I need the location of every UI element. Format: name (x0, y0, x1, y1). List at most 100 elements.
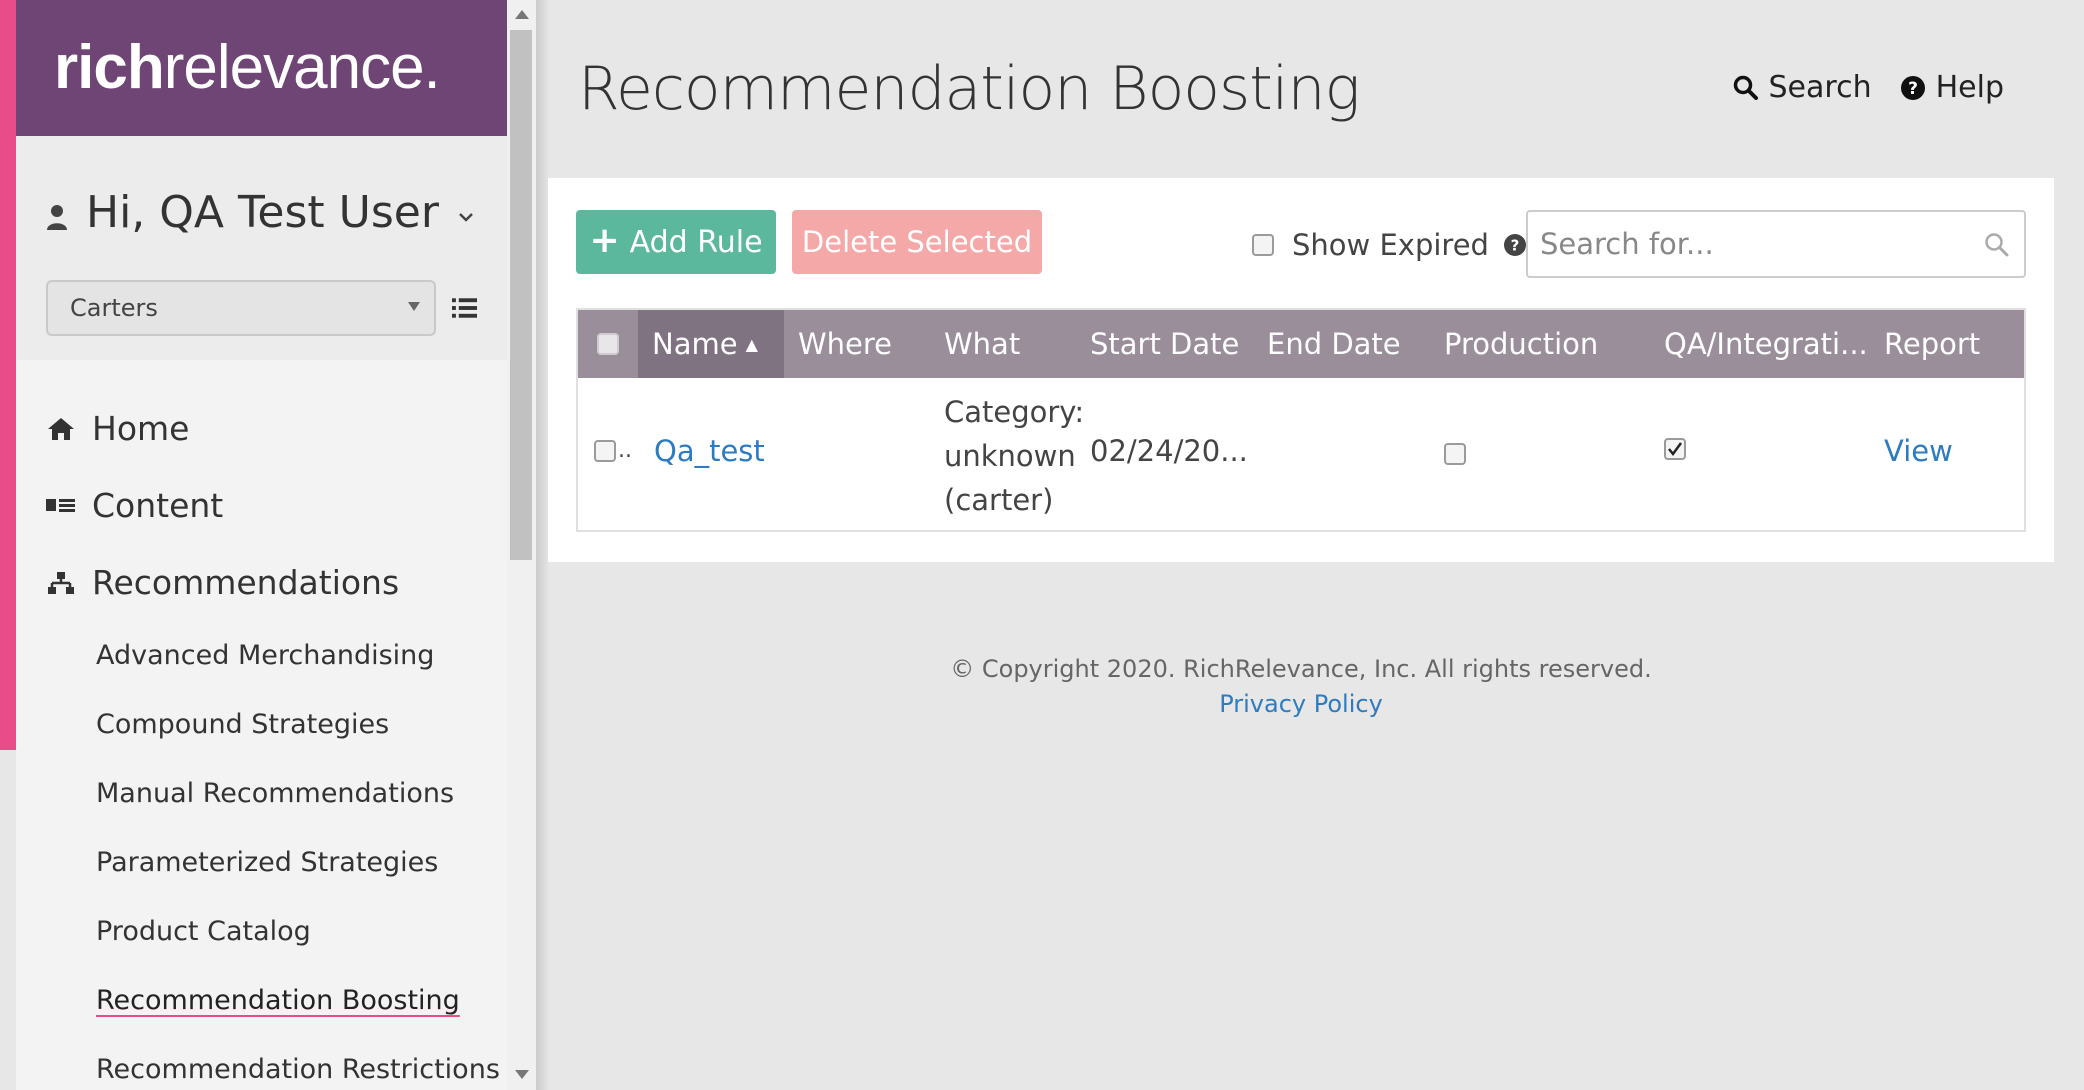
svg-text:?: ? (1908, 79, 1918, 99)
report-view-link[interactable]: View (1884, 434, 1953, 468)
home-icon (46, 414, 76, 444)
show-expired-label: Show Expired (1292, 228, 1489, 262)
column-header-label: Start Date (1090, 327, 1240, 361)
rule-name-link[interactable]: Qa_test (654, 434, 765, 468)
sidebar-subitem-label: Recommendation Restrictions (96, 1054, 500, 1085)
sidebar-item-label: Home (92, 409, 190, 448)
select-all-cell (578, 310, 638, 378)
sidebar-scrollbar-thumb[interactable] (510, 30, 532, 560)
checkmark-icon (1668, 442, 1683, 457)
column-header-start-date[interactable]: Start Date (1090, 310, 1239, 378)
rules-table: Name ▲ Where What Start Date End Date Pr… (576, 308, 2026, 532)
sidebar-item-recommendations[interactable]: Recommendations (16, 544, 507, 621)
qa-integration-checkbox-cell (1664, 438, 1686, 460)
help-link-label: Help (1935, 70, 2004, 105)
show-expired-toggle: Show Expired ? (1252, 228, 1527, 262)
qa-integration-checkbox[interactable] (1664, 438, 1686, 460)
sidebar-item-label: Recommendations (92, 563, 400, 602)
plus-icon: + (589, 219, 620, 261)
sort-ascending-icon: ▲ (745, 334, 758, 354)
sidebar-subitem-advanced-merchandising[interactable]: Advanced Merchandising (16, 621, 507, 690)
search-input[interactable] (1540, 227, 1960, 261)
sidebar-nav: Home Content Recommendations Advanced Me… (16, 360, 507, 1090)
help-icon: ? (1900, 75, 1925, 100)
delete-selected-button[interactable]: Delete Selected (792, 210, 1042, 274)
rule-what: Category: unknown (carter) (944, 390, 1084, 522)
column-header-label: Report (1884, 327, 1981, 361)
sidebar-subitem-label: Manual Recommendations (96, 778, 455, 809)
sidebar: richrelevance. Hi, QA Test User Carters (16, 0, 507, 1090)
column-header-label: What (944, 327, 1021, 361)
column-header-where[interactable]: Where (798, 310, 892, 378)
scroll-down-arrow-icon[interactable] (515, 1070, 529, 1079)
user-icon (47, 205, 67, 230)
sidebar-item-content[interactable]: Content (16, 467, 507, 544)
sitemap-icon (46, 568, 76, 598)
user-panel: Hi, QA Test User Carters (16, 136, 507, 360)
column-header-report[interactable]: Report (1884, 310, 1980, 378)
search-input-wrapper (1526, 210, 2026, 278)
column-header-label: End Date (1267, 327, 1401, 361)
column-header-label: Name (652, 327, 738, 361)
sidebar-subitem-compound-strategies[interactable]: Compound Strategies (16, 690, 507, 759)
content-icon (46, 491, 76, 521)
sidebar-subitem-recommendation-restrictions[interactable]: Recommendation Restrictions (16, 1035, 507, 1090)
column-header-label: QA/Integrati... (1664, 327, 1868, 361)
select-all-checkbox[interactable] (597, 333, 619, 355)
column-header-what[interactable]: What (944, 310, 1020, 378)
row-checkbox[interactable] (594, 439, 616, 462)
sidebar-subitem-label: Product Catalog (96, 916, 311, 947)
scroll-up-arrow-icon[interactable] (515, 10, 529, 19)
row-marker: .. (618, 438, 632, 463)
svg-text:?: ? (1511, 237, 1520, 255)
accent-strip (0, 0, 16, 750)
table-row: .. Qa_test Category: unknown (carter) 02… (578, 378, 2024, 532)
sidebar-subitem-label: Parameterized Strategies (96, 847, 439, 878)
user-menu[interactable]: Hi, QA Test User (46, 176, 477, 248)
sidebar-subitem-manual-recommendations[interactable]: Manual Recommendations (16, 759, 507, 828)
column-header-production[interactable]: Production (1444, 310, 1598, 378)
sidebar-subitem-recommendation-boosting[interactable]: Recommendation Boosting (16, 966, 507, 1035)
sidebar-item-label: Content (92, 486, 224, 525)
site-select-value: Carters (70, 294, 158, 322)
delete-selected-label: Delete Selected (801, 225, 1033, 259)
production-checkbox[interactable] (1444, 443, 1466, 465)
search-link-label: Search (1768, 70, 1872, 105)
sidebar-subitem-product-catalog[interactable]: Product Catalog (16, 897, 507, 966)
page-title: Recommendation Boosting (578, 54, 1360, 124)
production-checkbox-cell (1444, 438, 1466, 472)
column-header-label: Where (798, 327, 893, 361)
sidebar-item-home[interactable]: Home (16, 390, 507, 467)
column-header-qa-integration[interactable]: QA/Integrati... (1664, 310, 1868, 378)
row-select-cell: .. (594, 438, 632, 463)
footer: © Copyright 2020. RichRelevance, Inc. Al… (548, 652, 2054, 722)
richrelevance-logo[interactable]: richrelevance. (54, 37, 441, 99)
sidebar-subitem-label: Recommendation Boosting (96, 985, 460, 1016)
add-rule-button[interactable]: + Add Rule (576, 210, 776, 274)
rule-what-line: unknown (944, 439, 1076, 473)
rule-what-line: (carter) (944, 483, 1054, 517)
column-header-label: Production (1444, 327, 1599, 361)
question-circle-icon[interactable]: ? (1503, 233, 1527, 257)
sidebar-subitem-label: Advanced Merchandising (96, 640, 435, 671)
site-row: Carters (46, 280, 477, 336)
search-icon (1733, 75, 1758, 100)
brand-header[interactable]: richrelevance. (16, 0, 507, 136)
copyright-text: © Copyright 2020. RichRelevance, Inc. Al… (950, 655, 1652, 683)
site-select[interactable]: Carters (46, 280, 436, 336)
rule-start-date: 02/24/20... (1090, 434, 1248, 468)
select-arrow-icon (407, 302, 420, 311)
help-link[interactable]: ? Help (1900, 70, 2004, 105)
rules-card: + Add Rule Delete Selected Show Expired … (548, 178, 2054, 562)
add-rule-label: Add Rule (629, 224, 763, 260)
sidebar-subitem-parameterized-strategies[interactable]: Parameterized Strategies (16, 828, 507, 897)
column-header-end-date[interactable]: End Date (1267, 310, 1401, 378)
privacy-policy-link[interactable]: Privacy Policy (548, 687, 2054, 722)
column-header-name[interactable]: Name ▲ (638, 310, 784, 378)
search-link[interactable]: Search (1733, 70, 1872, 105)
user-greeting[interactable]: Hi, QA Test User (86, 187, 439, 238)
show-expired-checkbox[interactable] (1252, 234, 1274, 256)
table-header: Name ▲ Where What Start Date End Date Pr… (578, 310, 2024, 378)
chevron-down-icon[interactable] (457, 208, 475, 226)
list-icon[interactable] (451, 296, 477, 320)
